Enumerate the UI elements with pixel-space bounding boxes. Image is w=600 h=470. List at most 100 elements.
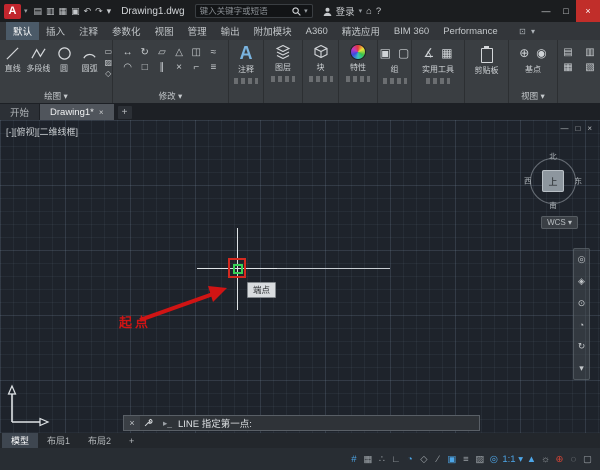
search-box[interactable]: 键入关键字或短语 ▾: [195, 4, 313, 18]
dynamic-input-icon[interactable]: ◎: [487, 454, 500, 465]
view-panel-title[interactable]: 视图 ▾: [509, 90, 557, 102]
viewport-controls[interactable]: [-][俯视][二维线框]: [6, 125, 78, 138]
block-button[interactable]: 块: [303, 40, 338, 82]
viewcube-south[interactable]: 南: [549, 200, 557, 211]
viewport-close-icon[interactable]: ×: [587, 124, 592, 133]
view-tool-icon[interactable]: ▦: [563, 62, 572, 73]
command-line[interactable]: × ▸_ LINE 指定第一点:: [123, 415, 480, 431]
drawing-tab[interactable]: Drawing1* ×: [40, 104, 114, 120]
annotation-scale[interactable]: 1:1 ▾: [501, 454, 524, 465]
tab-output[interactable]: 输出: [214, 22, 247, 40]
viewcube-top-face[interactable]: 上: [542, 170, 564, 192]
zoom-icon[interactable]: ⊙: [578, 298, 586, 309]
close-button[interactable]: ×: [576, 0, 600, 22]
draw-extra-icon[interactable]: ▭: [104, 47, 112, 56]
annotate-button[interactable]: A 注释: [229, 40, 263, 84]
properties-button[interactable]: 特性: [339, 40, 377, 82]
drawing-tab-close-icon[interactable]: ×: [99, 108, 104, 117]
object-snap-icon[interactable]: ▣: [445, 454, 458, 465]
object-snap-tracking-icon[interactable]: ∕: [431, 454, 444, 465]
polyline-tool-button[interactable]: 多段线: [26, 43, 52, 78]
tab-layout2[interactable]: 布局2: [79, 433, 120, 448]
new-drawing-button[interactable]: +: [118, 106, 132, 119]
tab-parametric[interactable]: 参数化: [105, 22, 148, 40]
redo-icon[interactable]: ↷: [95, 6, 103, 17]
search-icon[interactable]: [292, 7, 301, 16]
tab-featured-apps[interactable]: 精选应用: [335, 22, 387, 40]
modify-tool-icon[interactable]: ◠: [122, 62, 133, 73]
line-tool-button[interactable]: 直线: [0, 43, 26, 78]
open-file-icon[interactable]: ▥: [46, 6, 55, 17]
command-close-icon[interactable]: ×: [124, 416, 140, 430]
basepoint-tool-icon[interactable]: ⊕: [519, 46, 529, 60]
layers-mini-icons[interactable]: [271, 76, 295, 82]
tab-default[interactable]: 默认: [6, 22, 39, 40]
modify-tool-icon[interactable]: □: [139, 62, 150, 73]
tab-manage[interactable]: 管理: [181, 22, 214, 40]
tab-performance[interactable]: Performance: [436, 22, 504, 40]
tab-view[interactable]: 视图: [148, 22, 181, 40]
modify-tool-icon[interactable]: ≈: [208, 47, 219, 58]
snap-icon[interactable]: ▦: [361, 454, 374, 465]
draw-panel-title[interactable]: 绘图 ▾: [0, 90, 112, 102]
showmotion-icon[interactable]: ↻: [578, 341, 586, 352]
polar-tracking-icon[interactable]: ◔: [403, 454, 416, 465]
circle-tool-button[interactable]: 圆: [51, 43, 77, 78]
modify-tool-icon[interactable]: ×: [174, 62, 185, 73]
command-customize-icon[interactable]: [140, 418, 156, 428]
plot-icon[interactable]: ▣: [71, 6, 80, 17]
annotation-visibility-icon[interactable]: ▲: [525, 454, 538, 465]
tab-addins[interactable]: 附加模块: [247, 22, 299, 40]
login-caret-icon[interactable]: ▾: [359, 7, 363, 15]
maximize-button[interactable]: □: [556, 0, 576, 22]
group-tool-icon[interactable]: ▢: [398, 46, 409, 60]
search-caret-icon[interactable]: ▾: [304, 7, 308, 15]
ortho-icon[interactable]: ∟: [389, 454, 402, 465]
draw-extra-icon[interactable]: ▨: [104, 58, 112, 67]
utility-tool-icon[interactable]: ∡: [423, 46, 434, 60]
isolate-objects-icon[interactable]: ◌: [567, 454, 580, 465]
new-file-icon[interactable]: ▤: [34, 6, 43, 17]
viewcube[interactable]: 北 南 西 东 上: [524, 152, 582, 210]
add-layout-button[interactable]: +: [120, 433, 143, 448]
paste-button[interactable]: 剪贴板: [465, 40, 508, 76]
viewcube-east[interactable]: 东: [575, 176, 583, 187]
view-tool-icon[interactable]: ▤: [563, 47, 572, 58]
modify-tool-icon[interactable]: ◫: [191, 47, 202, 58]
help-icon[interactable]: ?: [376, 6, 381, 17]
modify-panel-title[interactable]: 修改 ▾: [113, 90, 228, 102]
tab-insert[interactable]: 插入: [39, 22, 72, 40]
annotate-mini-icons[interactable]: [234, 78, 258, 84]
start-tab[interactable]: 开始: [0, 104, 39, 120]
tab-a360[interactable]: A360: [299, 22, 335, 40]
exchange-apps-icon[interactable]: ⌂: [366, 6, 372, 17]
viewport-minimize-icon[interactable]: —: [560, 124, 568, 133]
modify-tool-icon[interactable]: △: [174, 47, 185, 58]
tab-bim360[interactable]: BIM 360: [387, 22, 436, 40]
modify-tool-icon[interactable]: ∥: [156, 62, 167, 73]
viewport-restore-icon[interactable]: □: [575, 124, 580, 133]
clean-screen-icon[interactable]: ▢: [581, 454, 594, 465]
pan-icon[interactable]: ◈: [578, 276, 585, 287]
grid-icon[interactable]: #: [347, 454, 360, 465]
wcs-selector[interactable]: WCS ▾: [541, 216, 578, 229]
utility-tool-icon[interactable]: ▦: [441, 46, 452, 60]
viewcube-west[interactable]: 西: [524, 176, 532, 187]
command-prompt[interactable]: ▸_ LINE 指定第一点:: [156, 416, 252, 430]
infer-constraints-icon[interactable]: ∴: [375, 454, 388, 465]
modify-tool-icon[interactable]: ≡: [208, 62, 219, 73]
view-tool-icon[interactable]: ▥: [585, 47, 594, 58]
orbit-icon[interactable]: ◔: [579, 320, 584, 330]
modify-tool-icon[interactable]: ▱: [156, 47, 167, 58]
groups-mini-icons[interactable]: [383, 78, 407, 84]
save-icon[interactable]: ▦: [59, 6, 68, 17]
group-tool-icon[interactable]: ▣: [380, 46, 391, 60]
tab-annotate[interactable]: 注释: [72, 22, 105, 40]
modify-tool-icon[interactable]: ↔: [122, 47, 133, 58]
view-tool-icon[interactable]: ▧: [585, 62, 594, 73]
drawing-canvas[interactable]: [-][俯视][二维线框] — □ × 北 南 西 东 上 WCS ▾ ◎◈⊙◔…: [0, 120, 600, 433]
layers-button[interactable]: 图层: [264, 40, 302, 82]
utilities-mini-icons[interactable]: [426, 78, 450, 84]
basepoint-tool-icon[interactable]: ◉: [536, 46, 546, 60]
app-menu-caret-icon[interactable]: ▾: [24, 7, 28, 15]
